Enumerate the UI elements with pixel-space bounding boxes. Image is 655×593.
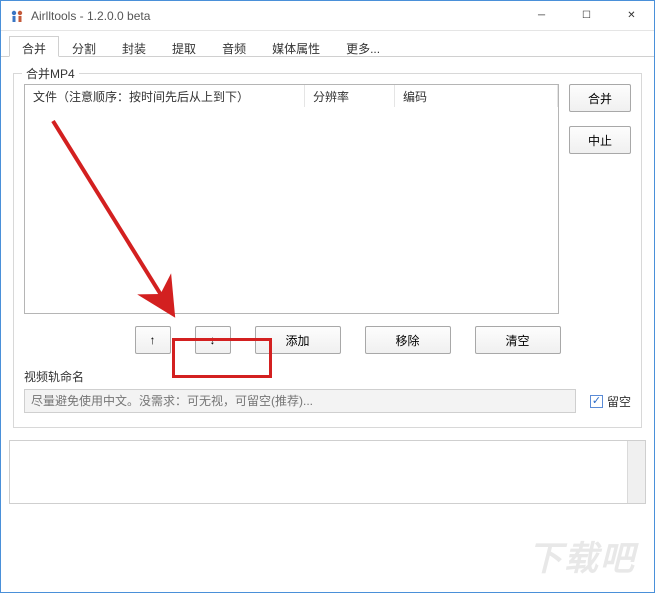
tab-extract[interactable]: 提取 bbox=[159, 36, 209, 57]
tab-mediaprops[interactable]: 媒体属性 bbox=[259, 36, 333, 57]
watermark: 下载吧 bbox=[528, 531, 636, 580]
table-header: 文件（注意顺序：按时间先后从上到下） 分辨率 编码 bbox=[25, 85, 558, 107]
col-header-resolution[interactable]: 分辨率 bbox=[305, 85, 395, 107]
content-area: 合并MP4 文件（注意顺序：按时间先后从上到下） 分辨率 编码 合并 中止 ↑ … bbox=[1, 57, 654, 436]
minimize-icon: ─ bbox=[538, 10, 545, 21]
window-controls: ─ ☐ ✕ bbox=[519, 1, 654, 30]
tab-more[interactable]: 更多... bbox=[333, 36, 393, 57]
titlebar: Airlltools - 1.2.0.0 beta ─ ☐ ✕ bbox=[1, 1, 654, 31]
clear-button[interactable]: 清空 bbox=[475, 326, 561, 354]
scroll-up-icon[interactable]: ▲ bbox=[631, 443, 642, 454]
close-button[interactable]: ✕ bbox=[609, 1, 654, 30]
tab-merge[interactable]: 合并 bbox=[9, 36, 59, 57]
move-up-button[interactable]: ↑ bbox=[135, 326, 171, 354]
rename-label: 视频轨命名 bbox=[24, 368, 631, 385]
maximize-icon: ☐ bbox=[582, 10, 591, 21]
checkbox-icon: ✓ bbox=[590, 395, 603, 408]
minimize-button[interactable]: ─ bbox=[519, 1, 564, 30]
col-header-file[interactable]: 文件（注意顺序：按时间先后从上到下） bbox=[25, 85, 305, 107]
close-icon: ✕ bbox=[627, 10, 635, 21]
rename-input[interactable] bbox=[24, 389, 576, 413]
move-down-button[interactable]: ↓ bbox=[195, 326, 231, 354]
main-tabs: 合并 分割 封装 提取 音频 媒体属性 更多... bbox=[1, 31, 654, 57]
maximize-button[interactable]: ☐ bbox=[564, 1, 609, 30]
group-title: 合并MP4 bbox=[22, 65, 79, 82]
add-button[interactable]: 添加 bbox=[255, 326, 341, 354]
merge-group: 合并MP4 文件（注意顺序：按时间先后从上到下） 分辨率 编码 合并 中止 ↑ … bbox=[13, 73, 642, 428]
tab-split[interactable]: 分割 bbox=[59, 36, 109, 57]
file-table[interactable]: 文件（注意顺序：按时间先后从上到下） 分辨率 编码 bbox=[24, 84, 559, 314]
tab-mux[interactable]: 封装 bbox=[109, 36, 159, 57]
stop-button[interactable]: 中止 bbox=[569, 126, 631, 154]
app-window: Airlltools - 1.2.0.0 beta ─ ☐ ✕ 合并 分割 封装… bbox=[0, 0, 655, 593]
tab-audio[interactable]: 音频 bbox=[209, 36, 259, 57]
app-icon bbox=[9, 8, 25, 24]
leave-blank-checkbox[interactable]: ✓ 留空 bbox=[590, 393, 631, 410]
col-header-codec[interactable]: 编码 bbox=[395, 85, 558, 107]
checkbox-label: 留空 bbox=[607, 393, 631, 410]
merge-button[interactable]: 合并 bbox=[569, 84, 631, 112]
log-textarea[interactable]: ▲ ▼ bbox=[9, 440, 646, 504]
remove-button[interactable]: 移除 bbox=[365, 326, 451, 354]
window-title: Airlltools - 1.2.0.0 beta bbox=[31, 9, 150, 23]
scroll-down-icon[interactable]: ▼ bbox=[631, 490, 642, 501]
